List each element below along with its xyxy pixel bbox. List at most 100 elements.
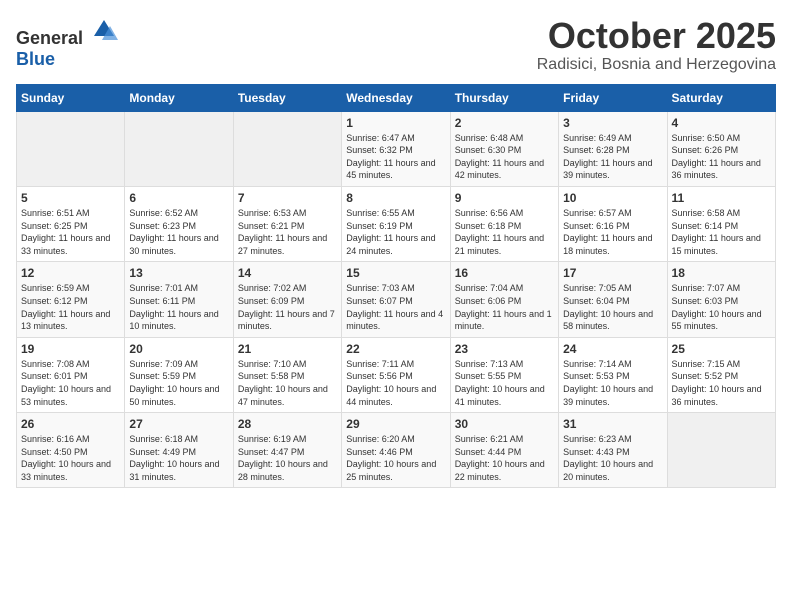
calendar-day-cell: 27 Sunrise: 6:18 AMSunset: 4:49 PMDayligh… xyxy=(125,413,233,488)
day-number: 14 xyxy=(238,266,337,280)
calendar-day-cell: 1Sunrise: 6:47 AMSunset: 6:32 PMDaylight… xyxy=(342,111,450,186)
weekday-header-cell: Sunday xyxy=(17,84,125,111)
weekday-header-cell: Thursday xyxy=(450,84,558,111)
calendar-day-cell: 5 Sunrise: 6:51 AMSunset: 6:25 PMDaylight… xyxy=(17,186,125,261)
day-number: 25 xyxy=(672,342,771,356)
day-content: Sunrise: 7:04 AMSunset: 6:06 PMDaylight:… xyxy=(455,282,554,332)
day-number: 9 xyxy=(455,191,554,205)
weekday-header-cell: Friday xyxy=(559,84,667,111)
calendar-week-row: 26Sunrise: 6:16 AMSunset: 4:50 PMDayligh… xyxy=(17,413,776,488)
day-number: 21 xyxy=(238,342,337,356)
day-number: 4 xyxy=(672,116,771,130)
day-number: 3 xyxy=(563,116,662,130)
day-number: 1 xyxy=(346,116,445,130)
day-number: 12 xyxy=(21,266,120,280)
day-number: 24 xyxy=(563,342,662,356)
calendar-day-cell xyxy=(17,111,125,186)
logo-icon xyxy=(90,16,118,44)
day-number: 13 xyxy=(129,266,228,280)
calendar-day-cell: 12 Sunrise: 6:59 AMSunset: 6:12 PMDayligh… xyxy=(17,262,125,337)
calendar-day-cell: 15Sunrise: 7:03 AMSunset: 6:07 PMDayligh… xyxy=(342,262,450,337)
day-content: Sunrise: 6:50 AMSunset: 6:26 PMDaylight:… xyxy=(672,132,771,182)
calendar-week-row: 5 Sunrise: 6:51 AMSunset: 6:25 PMDaylight… xyxy=(17,186,776,261)
calendar-day-cell: 25 Sunrise: 7:15 AMSunset: 5:52 PMDayligh… xyxy=(667,337,775,412)
day-content: Sunrise: 7:08 AMSunset: 6:01 PMDaylight:… xyxy=(21,358,120,408)
logo: General Blue xyxy=(16,16,118,70)
day-number: 30 xyxy=(455,417,554,431)
calendar-week-row: 19 Sunrise: 7:08 AMSunset: 6:01 PMDayligh… xyxy=(17,337,776,412)
day-content: Sunrise: 7:10 AMSunset: 5:58 PMDaylight:… xyxy=(238,358,337,408)
calendar-week-row: 1Sunrise: 6:47 AMSunset: 6:32 PMDaylight… xyxy=(17,111,776,186)
day-content: Sunrise: 6:58 AMSunset: 6:14 PMDaylight:… xyxy=(672,207,771,257)
calendar-day-cell: 24 Sunrise: 7:14 AMSunset: 5:53 PMDayligh… xyxy=(559,337,667,412)
day-number: 27 xyxy=(129,417,228,431)
day-number: 11 xyxy=(672,191,771,205)
day-number: 31 xyxy=(563,417,662,431)
day-content: Sunrise: 6:18 AMSunset: 4:49 PMDaylight:… xyxy=(129,433,228,483)
day-content: Sunrise: 6:55 AMSunset: 6:19 PMDaylight:… xyxy=(346,207,445,257)
calendar-day-cell: 8 Sunrise: 6:55 AMSunset: 6:19 PMDaylight… xyxy=(342,186,450,261)
calendar-day-cell: 29 Sunrise: 6:20 AMSunset: 4:46 PMDayligh… xyxy=(342,413,450,488)
day-content: Sunrise: 7:15 AMSunset: 5:52 PMDaylight:… xyxy=(672,358,771,408)
calendar-day-cell: 4 Sunrise: 6:50 AMSunset: 6:26 PMDaylight… xyxy=(667,111,775,186)
day-content: Sunrise: 7:13 AMSunset: 5:55 PMDaylight:… xyxy=(455,358,554,408)
calendar-day-cell: 17 Sunrise: 7:05 AMSunset: 6:04 PMDayligh… xyxy=(559,262,667,337)
weekday-header-cell: Monday xyxy=(125,84,233,111)
day-content: Sunrise: 7:01 AMSunset: 6:11 PMDaylight:… xyxy=(129,282,228,332)
calendar-day-cell xyxy=(667,413,775,488)
day-content: Sunrise: 7:02 AMSunset: 6:09 PMDaylight:… xyxy=(238,282,337,332)
day-content: Sunrise: 6:56 AMSunset: 6:18 PMDaylight:… xyxy=(455,207,554,257)
calendar-day-cell: 18Sunrise: 7:07 AMSunset: 6:03 PMDayligh… xyxy=(667,262,775,337)
logo-text: General Blue xyxy=(16,16,118,70)
day-content: Sunrise: 6:57 AMSunset: 6:16 PMDaylight:… xyxy=(563,207,662,257)
calendar-day-cell: 30 Sunrise: 6:21 AMSunset: 4:44 PMDayligh… xyxy=(450,413,558,488)
calendar-day-cell: 19 Sunrise: 7:08 AMSunset: 6:01 PMDayligh… xyxy=(17,337,125,412)
calendar-day-cell xyxy=(125,111,233,186)
calendar-day-cell: 16 Sunrise: 7:04 AMSunset: 6:06 PMDayligh… xyxy=(450,262,558,337)
day-number: 22 xyxy=(346,342,445,356)
day-number: 23 xyxy=(455,342,554,356)
calendar-day-cell: 3Sunrise: 6:49 AMSunset: 6:28 PMDaylight… xyxy=(559,111,667,186)
day-content: Sunrise: 7:09 AMSunset: 5:59 PMDaylight:… xyxy=(129,358,228,408)
day-content: Sunrise: 6:52 AMSunset: 6:23 PMDaylight:… xyxy=(129,207,228,257)
weekday-header-cell: Wednesday xyxy=(342,84,450,111)
day-content: Sunrise: 6:21 AMSunset: 4:44 PMDaylight:… xyxy=(455,433,554,483)
day-content: Sunrise: 6:20 AMSunset: 4:46 PMDaylight:… xyxy=(346,433,445,483)
calendar-day-cell: 22 Sunrise: 7:11 AMSunset: 5:56 PMDayligh… xyxy=(342,337,450,412)
day-number: 16 xyxy=(455,266,554,280)
day-number: 15 xyxy=(346,266,445,280)
day-content: Sunrise: 6:59 AMSunset: 6:12 PMDaylight:… xyxy=(21,282,120,332)
day-number: 29 xyxy=(346,417,445,431)
calendar-day-cell: 14 Sunrise: 7:02 AMSunset: 6:09 PMDayligh… xyxy=(233,262,341,337)
day-content: Sunrise: 7:05 AMSunset: 6:04 PMDaylight:… xyxy=(563,282,662,332)
day-content: Sunrise: 7:14 AMSunset: 5:53 PMDaylight:… xyxy=(563,358,662,408)
calendar-day-cell: 9 Sunrise: 6:56 AMSunset: 6:18 PMDaylight… xyxy=(450,186,558,261)
day-content: Sunrise: 6:51 AMSunset: 6:25 PMDaylight:… xyxy=(21,207,120,257)
day-number: 8 xyxy=(346,191,445,205)
day-content: Sunrise: 6:19 AMSunset: 4:47 PMDaylight:… xyxy=(238,433,337,483)
logo-blue: Blue xyxy=(16,49,55,69)
calendar-table: SundayMondayTuesdayWednesdayThursdayFrid… xyxy=(16,84,776,489)
calendar-body: 1Sunrise: 6:47 AMSunset: 6:32 PMDaylight… xyxy=(17,111,776,488)
calendar-day-cell: 2Sunrise: 6:48 AMSunset: 6:30 PMDaylight… xyxy=(450,111,558,186)
calendar-day-cell: 6 Sunrise: 6:52 AMSunset: 6:23 PMDaylight… xyxy=(125,186,233,261)
day-number: 6 xyxy=(129,191,228,205)
day-number: 19 xyxy=(21,342,120,356)
calendar-day-cell: 21 Sunrise: 7:10 AMSunset: 5:58 PMDayligh… xyxy=(233,337,341,412)
day-content: Sunrise: 7:11 AMSunset: 5:56 PMDaylight:… xyxy=(346,358,445,408)
day-number: 5 xyxy=(21,191,120,205)
calendar-day-cell: 10 Sunrise: 6:57 AMSunset: 6:16 PMDayligh… xyxy=(559,186,667,261)
calendar-day-cell xyxy=(233,111,341,186)
title-area: October 2025 Radisici, Bosnia and Herzeg… xyxy=(537,16,776,74)
month-title: October 2025 xyxy=(537,16,776,56)
day-number: 28 xyxy=(238,417,337,431)
calendar-day-cell: 31Sunrise: 6:23 AMSunset: 4:43 PMDayligh… xyxy=(559,413,667,488)
day-content: Sunrise: 6:53 AMSunset: 6:21 PMDaylight:… xyxy=(238,207,337,257)
page-header: General Blue October 2025 Radisici, Bosn… xyxy=(16,16,776,74)
day-number: 17 xyxy=(563,266,662,280)
day-number: 10 xyxy=(563,191,662,205)
weekday-header-cell: Saturday xyxy=(667,84,775,111)
day-number: 20 xyxy=(129,342,228,356)
day-number: 7 xyxy=(238,191,337,205)
day-content: Sunrise: 6:48 AMSunset: 6:30 PMDaylight:… xyxy=(455,132,554,182)
